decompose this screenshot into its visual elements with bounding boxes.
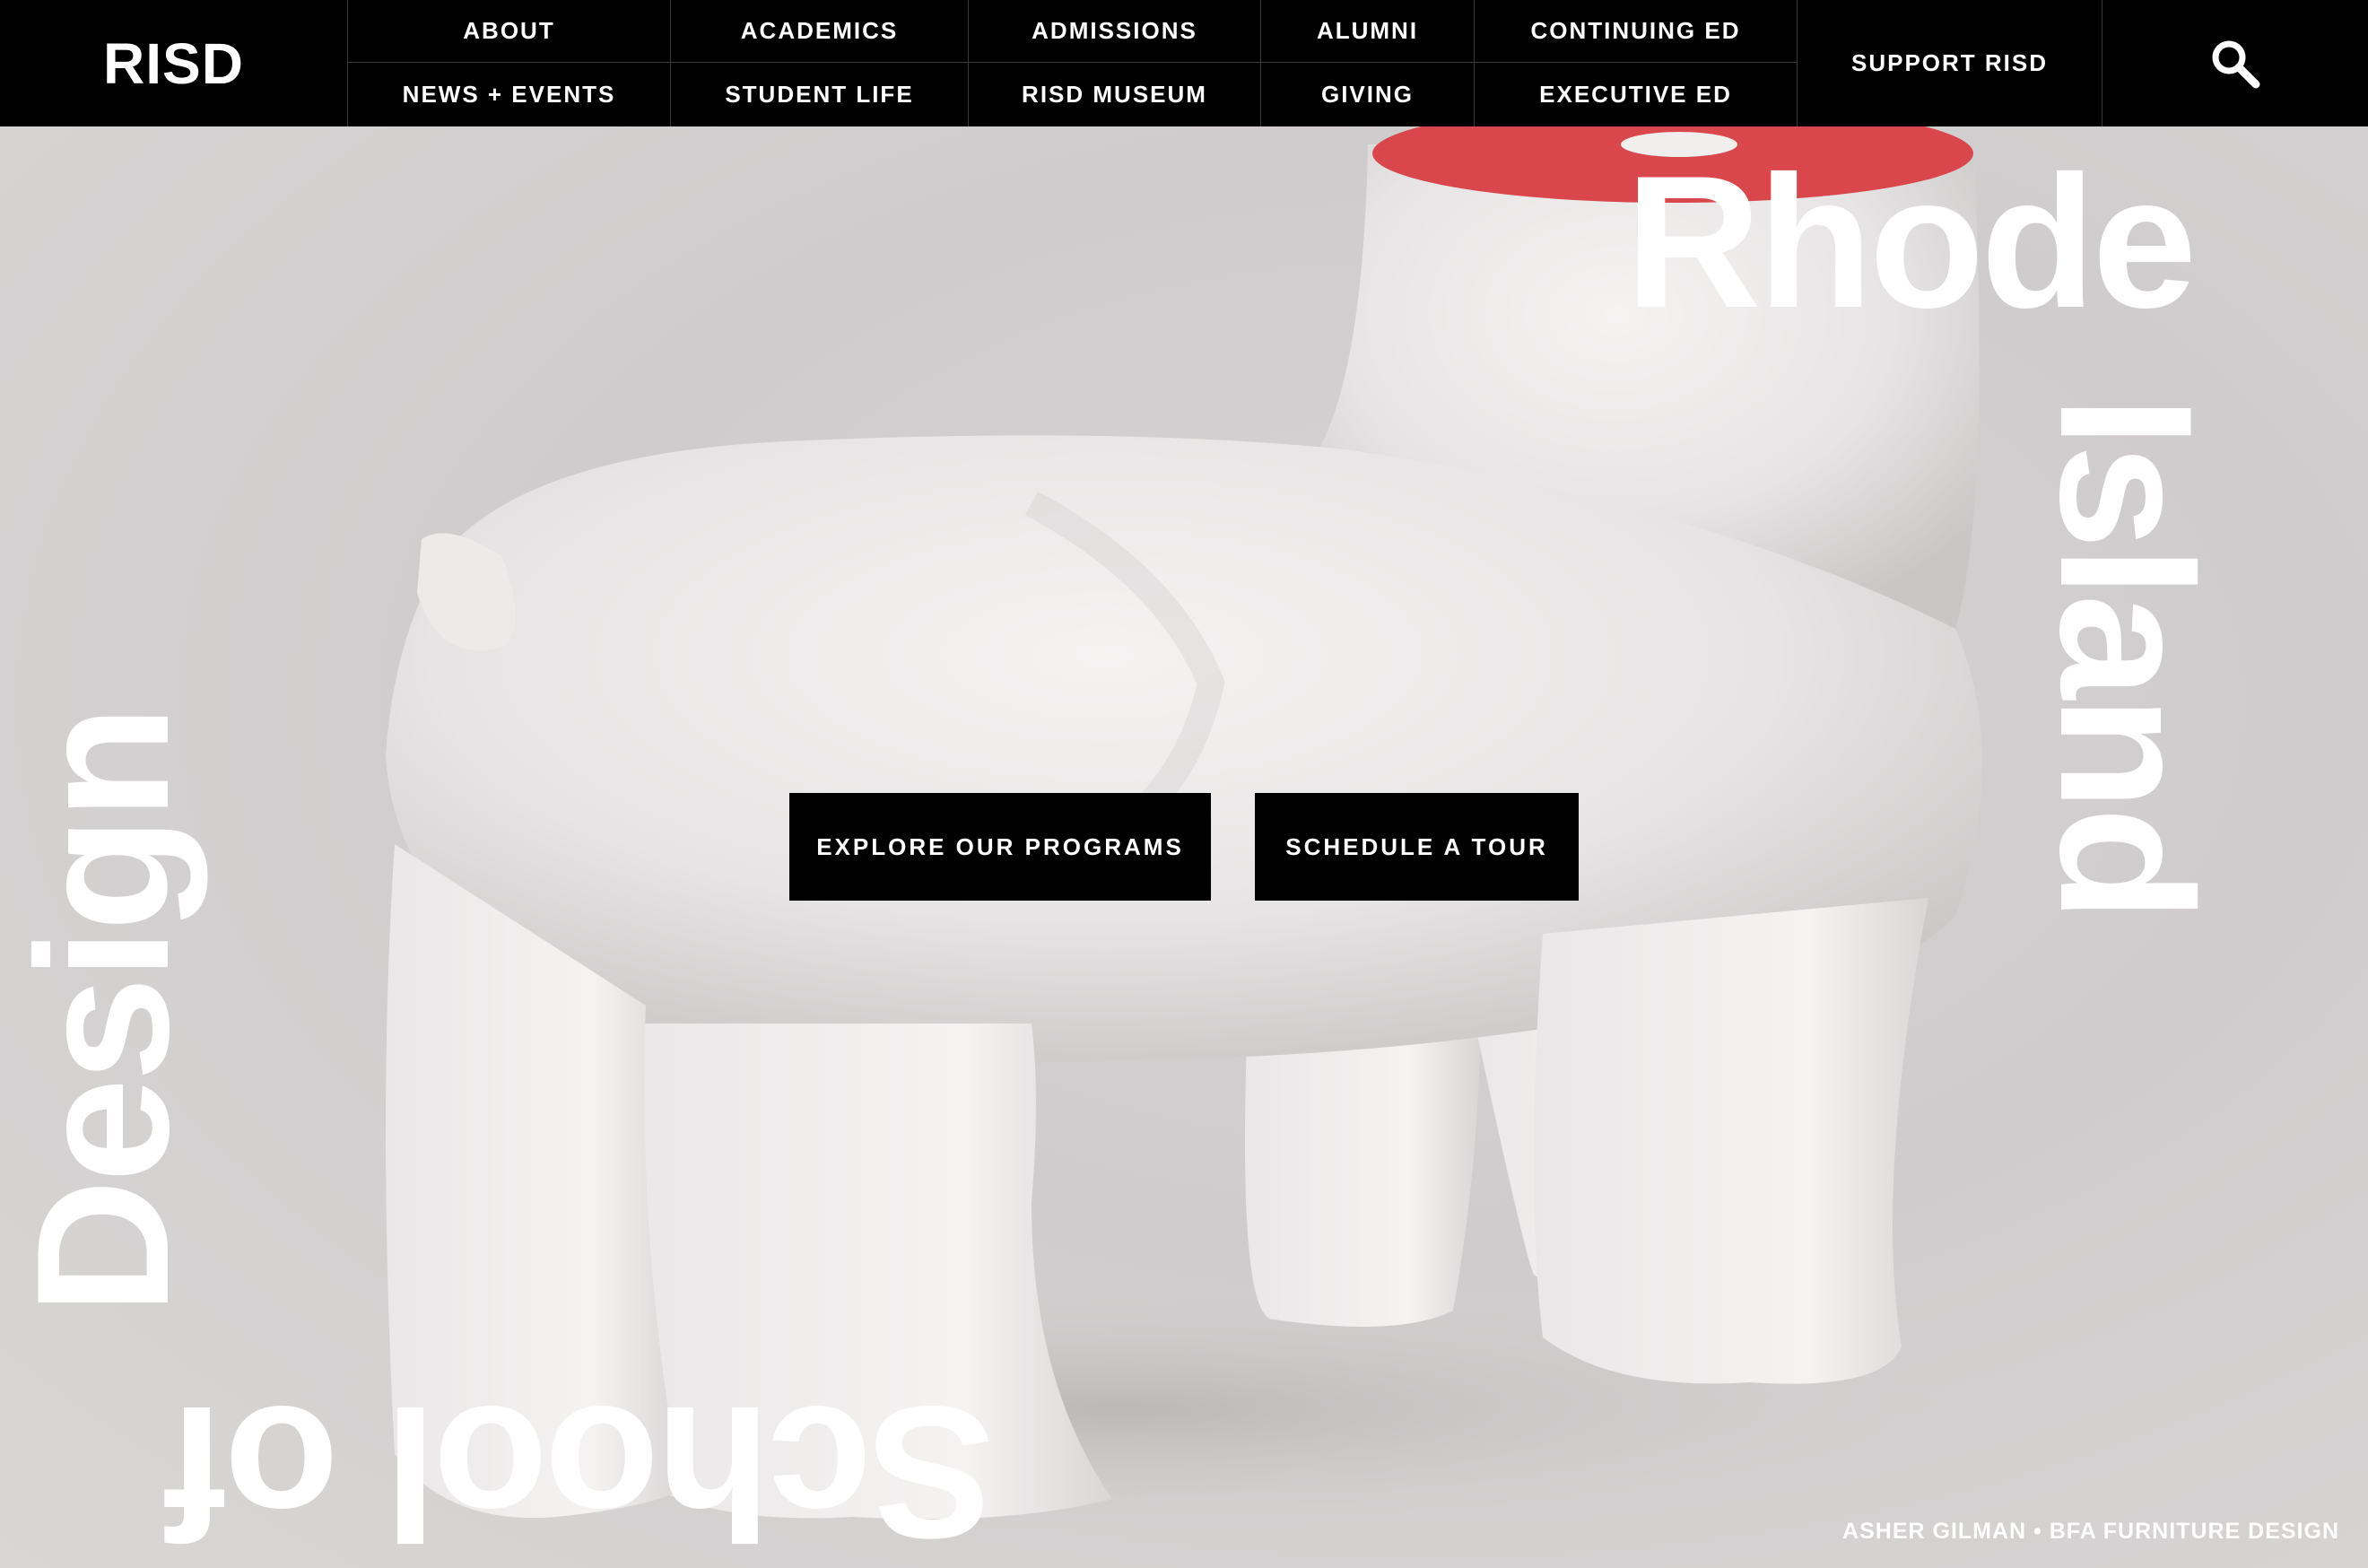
explore-programs-button[interactable]: EXPLORE OUR PROGRAMS [789,793,1211,901]
schedule-tour-button[interactable]: SCHEDULE A TOUR [1255,793,1579,901]
hero-word-design: Design [0,708,208,1315]
top-navigation: RISD ABOUT ACADEMICS ADMISSIONS ALUMNI C… [0,0,2368,126]
search-button[interactable] [2102,0,2368,126]
nav-student-life[interactable]: STUDENT LIFE [671,63,969,126]
risd-logo[interactable]: RISD [0,0,348,126]
search-icon [2212,40,2260,88]
nav-admissions[interactable]: ADMISSIONS [969,0,1261,63]
image-caption: ASHER GILMAN • BFA FURNITURE DESIGN [1842,1519,2339,1544]
support-risd-link[interactable]: SUPPORT RISD [1798,0,2102,126]
main-nav-grid: ABOUT ACADEMICS ADMISSIONS ALUMNI CONTIN… [348,0,1798,126]
nav-giving[interactable]: GIVING [1261,63,1475,126]
hero-word-rhode: Rhode [1625,136,2197,347]
nav-executive-ed[interactable]: EXECUTIVE ED [1475,63,1798,126]
hero-word-school-of: School of [168,1367,995,1568]
nav-continuing-ed[interactable]: CONTINUING ED [1475,0,1798,63]
hero-section: Rhode Island Design School of EXPLORE OU… [0,126,2368,1568]
nav-risd-museum[interactable]: RISD MUSEUM [969,63,1261,126]
nav-about[interactable]: ABOUT [348,0,671,63]
nav-academics[interactable]: ACADEMICS [671,0,969,63]
nav-alumni[interactable]: ALUMNI [1261,0,1475,63]
hero-word-island: Island [2021,396,2232,919]
nav-news-events[interactable]: NEWS + EVENTS [348,63,671,126]
